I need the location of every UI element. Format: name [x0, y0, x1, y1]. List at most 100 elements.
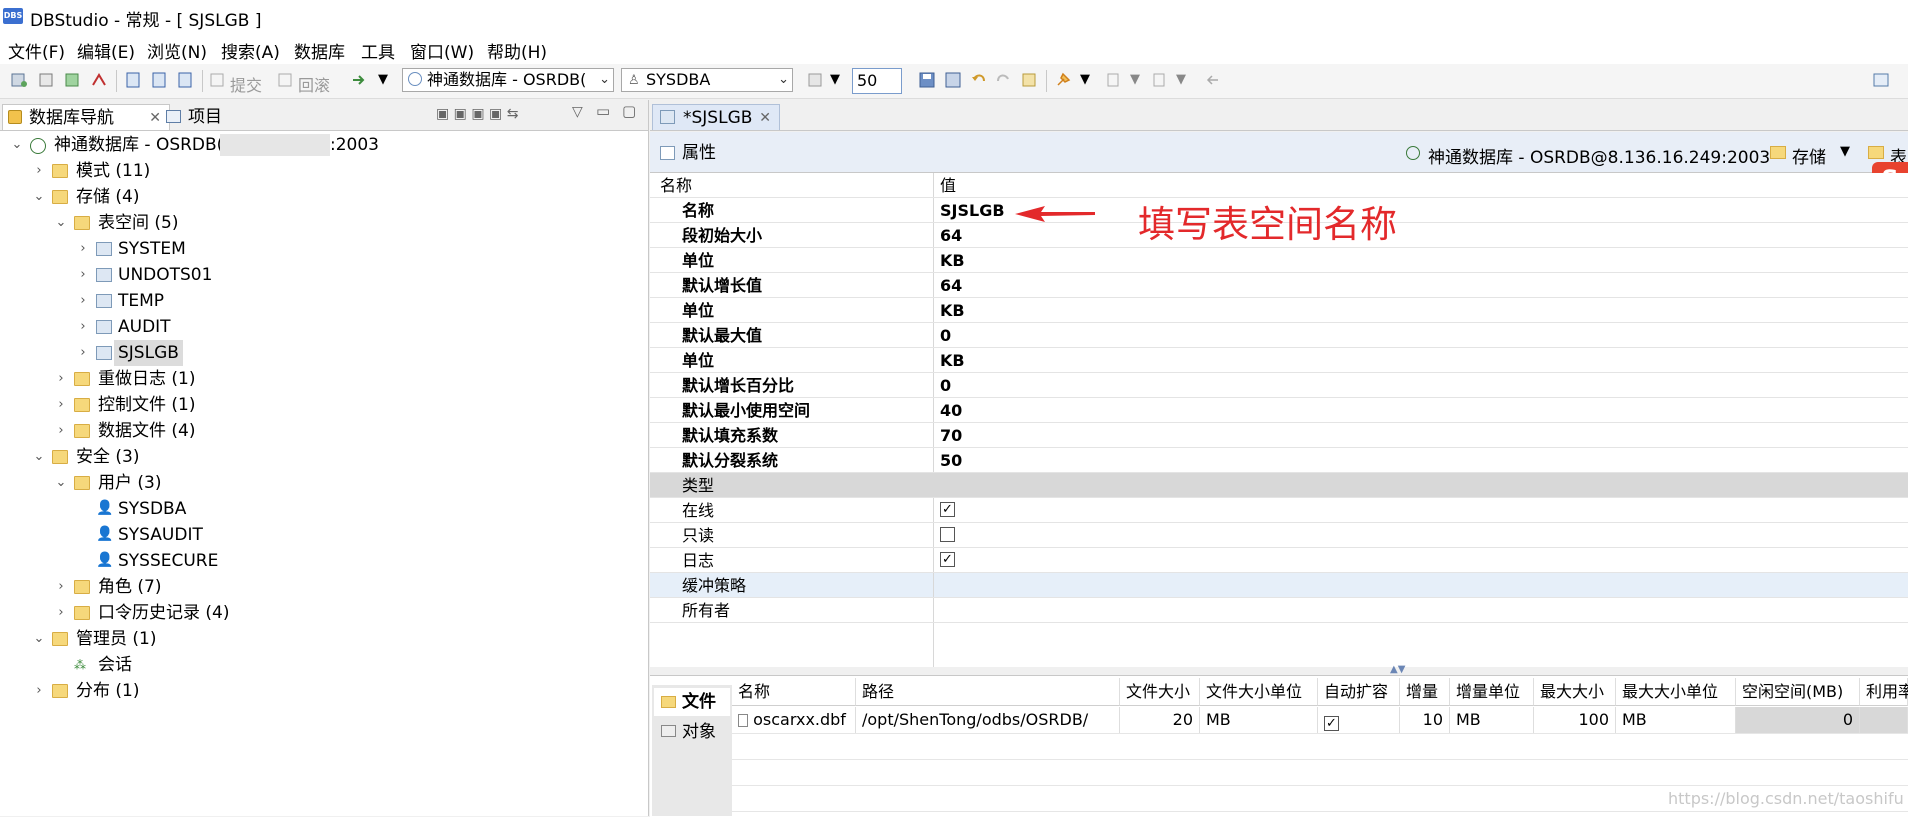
tree-node-admin[interactable]: ⌄ 管理员 (1)	[0, 626, 648, 652]
rollback-button[interactable]: 回滚	[298, 72, 330, 96]
tree-node-tablespaces[interactable]: ⌄ 表空间 (5)	[0, 210, 648, 236]
column-header[interactable]: 自动扩容	[1318, 678, 1400, 706]
menu-file[interactable]: 文件(F)	[8, 38, 65, 63]
column-header[interactable]: 增量单位	[1450, 678, 1534, 706]
connect-icon[interactable]	[38, 71, 56, 89]
property-row[interactable]: 默认填充系数 70	[650, 423, 1908, 448]
menu-database[interactable]: 数据库	[294, 38, 345, 63]
chevron-right-icon[interactable]: ›	[32, 158, 46, 184]
menu-search[interactable]: 搜索(A)	[221, 38, 280, 63]
chevron-right-icon[interactable]: ›	[54, 392, 68, 418]
table-cell-path[interactable]: /opt/ShenTong/odbs/OSRDB/	[856, 707, 1120, 733]
column-header[interactable]: 文件大小	[1120, 678, 1200, 706]
chevron-right-icon[interactable]: ›	[54, 574, 68, 600]
table-cell-auto-extend[interactable]: ✓	[1318, 707, 1400, 733]
tree-node-tablespace[interactable]: › AUDIT	[0, 314, 648, 340]
execute-icon[interactable]	[350, 71, 368, 89]
tree-node-tablespace-selected[interactable]: › SJSLGB	[0, 340, 648, 366]
next-dropdown-icon[interactable]: ▼	[1130, 72, 1140, 87]
property-row[interactable]: 单位 KB	[650, 348, 1908, 373]
chevron-down-icon[interactable]: ⌄	[10, 132, 24, 158]
property-row[interactable]: 默认增长值 64	[650, 273, 1908, 298]
tree-node-tablespace[interactable]: › TEMP	[0, 288, 648, 314]
chevron-right-icon[interactable]: ›	[54, 366, 68, 392]
refresh-db-icon[interactable]	[64, 71, 82, 89]
commit-button[interactable]: 提交	[230, 72, 262, 96]
column-header[interactable]: 增量	[1400, 678, 1450, 706]
result-rows-input[interactable]: 50	[852, 68, 902, 94]
tree-node-session[interactable]: ⁂ 会话	[0, 652, 648, 678]
column-header[interactable]: 最大大小	[1534, 678, 1616, 706]
property-value[interactable]: KB	[940, 348, 965, 373]
property-value[interactable]: 70	[940, 423, 962, 448]
navigator-tool-icons[interactable]: ▣ ▣ ▣ ▣ ⇆	[436, 106, 518, 122]
table-cell-size-unit[interactable]: MB	[1200, 707, 1318, 733]
table-cell-max-unit[interactable]: MB	[1616, 707, 1736, 733]
save-icon[interactable]	[918, 71, 936, 89]
chevron-down-icon[interactable]: ⌄	[54, 470, 68, 496]
chevron-right-icon[interactable]: ›	[32, 678, 46, 704]
tree-node-redo[interactable]: › 重做日志 (1)	[0, 366, 648, 392]
property-value[interactable]: 0	[940, 323, 951, 348]
tree-node-password-history[interactable]: › 口令历史记录 (4)	[0, 600, 648, 626]
chevron-right-icon[interactable]: ›	[76, 314, 90, 340]
tab-database-navigator[interactable]: 数据库导航 ✕	[2, 104, 170, 130]
property-row-logging[interactable]: 日志 ✓	[650, 548, 1908, 573]
database-combo[interactable]: 神通数据库 - OSRDB( ⌄	[402, 68, 614, 92]
history-icon[interactable]	[1020, 71, 1038, 89]
chevron-right-icon[interactable]: ›	[54, 600, 68, 626]
property-row[interactable]: 默认增长百分比 0	[650, 373, 1908, 398]
table-cell-increment[interactable]: 10	[1400, 707, 1450, 733]
transaction-dropdown-icon[interactable]: ▼	[830, 72, 840, 87]
column-header[interactable]: 利用率	[1860, 678, 1908, 706]
tree-node-root[interactable]: ⌄ 神通数据库 - OSRDB( :2003	[0, 132, 648, 158]
sql-editor-icon[interactable]	[124, 71, 142, 89]
next-annotation-icon[interactable]	[1104, 71, 1122, 89]
chevron-right-icon[interactable]: ›	[54, 418, 68, 444]
sql-script-icon[interactable]	[176, 71, 194, 89]
column-header[interactable]: 文件大小单位	[1200, 678, 1318, 706]
property-value[interactable]: 0	[940, 373, 951, 398]
tree-node-schema[interactable]: › 模式 (11)	[0, 158, 648, 184]
close-icon[interactable]: ✕	[149, 105, 161, 131]
new-connection-icon[interactable]	[10, 71, 28, 89]
table-cell-size[interactable]: 20	[1120, 707, 1200, 733]
property-value[interactable]: KB	[940, 298, 965, 323]
close-icon[interactable]: ✕	[759, 105, 771, 131]
tree-node-distribution[interactable]: › 分布 (1)	[0, 678, 648, 704]
menu-tools[interactable]: 工具	[361, 38, 395, 63]
sql-open-icon[interactable]	[150, 71, 168, 89]
tree-node-user[interactable]: 👤 SYSAUDIT	[0, 522, 648, 548]
tree-node-roles[interactable]: › 角色 (7)	[0, 574, 648, 600]
pin-icon[interactable]	[1054, 71, 1072, 89]
menu-edit[interactable]: 编辑(E)	[77, 38, 135, 63]
property-value[interactable]: 50	[940, 448, 962, 473]
chevron-down-icon[interactable]: ▼	[1840, 144, 1850, 159]
tree-node-control[interactable]: › 控制文件 (1)	[0, 392, 648, 418]
commit-icon[interactable]	[208, 71, 226, 89]
table-cell-increment-unit[interactable]: MB	[1450, 707, 1534, 733]
menu-window[interactable]: 窗口(W)	[410, 38, 474, 63]
column-header[interactable]: 最大大小单位	[1616, 678, 1736, 706]
menu-browse[interactable]: 浏览(N)	[147, 38, 207, 63]
readonly-checkbox[interactable]	[940, 527, 955, 542]
chevron-down-icon[interactable]: ⌄	[32, 184, 46, 210]
column-header[interactable]: 名称	[732, 678, 856, 706]
chevron-right-icon[interactable]: ›	[76, 262, 90, 288]
tree-node-storage[interactable]: ⌄ 存储 (4)	[0, 184, 648, 210]
property-value[interactable]: 64	[940, 273, 962, 298]
pin-dropdown-icon[interactable]: ▼	[1080, 72, 1090, 87]
online-checkbox[interactable]: ✓	[940, 502, 955, 517]
tree-node-user[interactable]: 👤 SYSDBA	[0, 496, 648, 522]
property-row[interactable]: 默认分裂系统 50	[650, 448, 1908, 473]
prev-dropdown-icon[interactable]: ▼	[1176, 72, 1186, 87]
property-row-readonly[interactable]: 只读	[650, 523, 1908, 548]
perspective-icon[interactable]	[1872, 71, 1890, 89]
disconnect-icon[interactable]	[90, 71, 108, 89]
tree-node-user[interactable]: 👤 SYSSECURE	[0, 548, 648, 574]
column-header[interactable]: 空闲空间(MB)	[1736, 678, 1860, 706]
column-header[interactable]: 路径	[856, 678, 1120, 706]
collapse-icon[interactable]: ▲▼	[1390, 664, 1405, 675]
chevron-right-icon[interactable]: ›	[76, 340, 90, 366]
table-cell-name[interactable]: oscarxx.dbf	[732, 707, 856, 733]
